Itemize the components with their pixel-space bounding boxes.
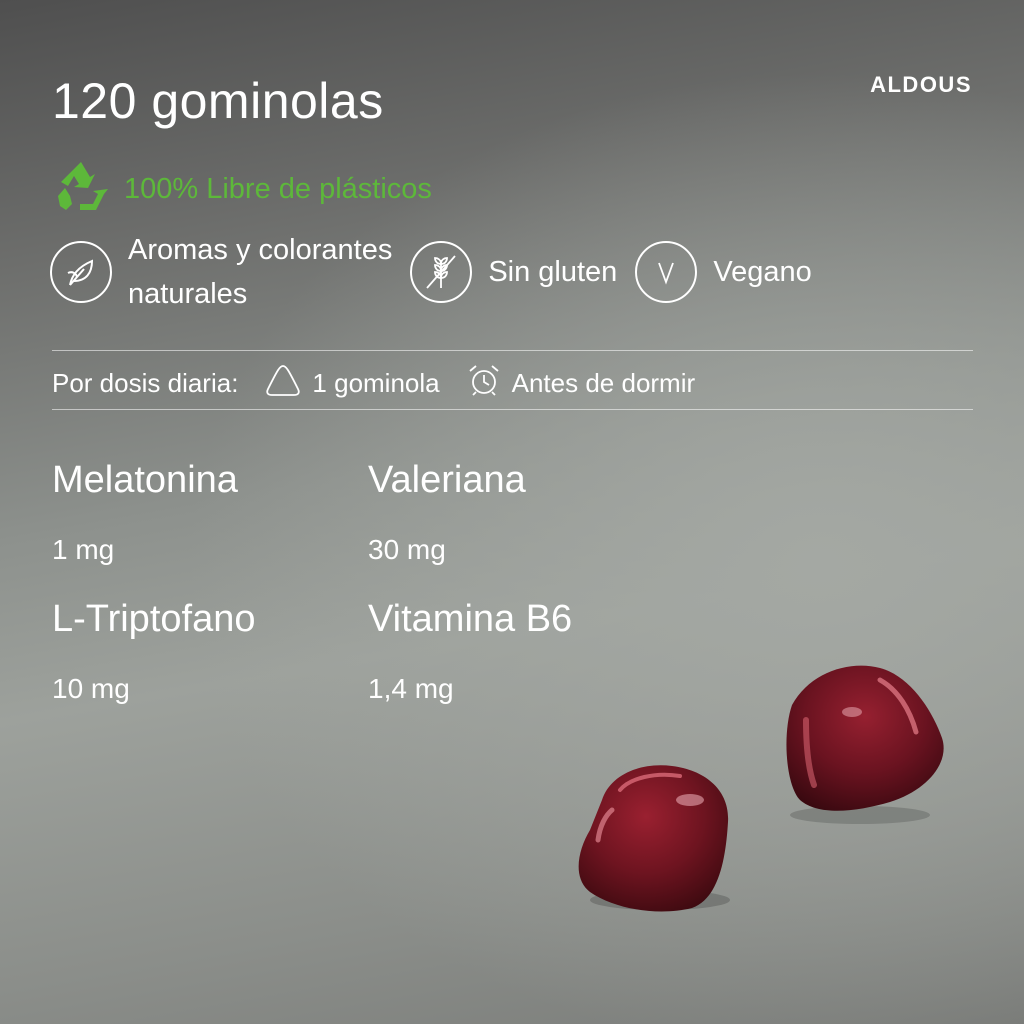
feature-label: Aromas y colorantes naturales (128, 234, 393, 310)
dose-label: Por dosis diaria: (52, 368, 239, 398)
gluten-free-wheat-icon (410, 241, 473, 303)
ingredient-amount: 10 mg (52, 673, 130, 704)
divider-top (52, 350, 973, 351)
plastic-free-badge: 100% Libre de plásticos (52, 158, 432, 221)
dose-quantity: 1 gominola (264, 363, 440, 404)
dose-timing-text: Antes de dormir (511, 368, 696, 398)
feature-gluten-free: Sin gluten (410, 241, 617, 303)
brand-logo: ALDOUS (870, 72, 972, 97)
ingredient-name: Vitamina B6 (368, 598, 573, 640)
dose-timing: Antes de dormir (466, 362, 696, 405)
daily-dose-row: Por dosis diaria: 1 gominola Antes de do… (52, 362, 695, 405)
gummy-outline-icon (264, 363, 302, 404)
dose-quantity-text: 1 gominola (312, 368, 440, 398)
ingredient-amount: 1 mg (52, 534, 115, 565)
gummy-right (786, 665, 944, 824)
recycle-icon (52, 158, 110, 221)
divider-bottom (52, 409, 973, 410)
ingredient-vitamin-b6: Vitamina B6 1,4 mg (368, 597, 572, 705)
alarm-clock-icon (466, 362, 502, 405)
ingredient-name: L-Triptofano (52, 598, 256, 640)
ingredient-tryptophan: L-Triptofano 10 mg (52, 597, 255, 705)
product-info-card: 120 gominolas ALDOUS 100% Libre de plást… (0, 0, 1024, 1024)
ingredient-amount: 1,4 mg (368, 673, 454, 704)
gummy-left (578, 765, 730, 912)
ingredient-name: Valeriana (368, 459, 526, 501)
feature-label: Vegano (713, 256, 812, 288)
ingredient-name: Melatonina (52, 459, 238, 501)
vegan-v-icon (635, 241, 698, 303)
feature-natural: Aromas y colorantes naturales (50, 228, 392, 316)
leaf-icon (50, 241, 112, 303)
feature-vegan: Vegano (635, 241, 812, 303)
gummies-image (560, 650, 960, 935)
ingredient-amount: 30 mg (368, 534, 446, 565)
product-title: 120 gominolas (52, 73, 384, 129)
plastic-free-text: 100% Libre de plásticos (124, 173, 432, 205)
feature-list: Aromas y colorantes naturales Sin gluten (50, 228, 830, 316)
ingredient-valerian: Valeriana 30 mg (368, 458, 526, 566)
feature-label: Sin gluten (488, 256, 618, 288)
ingredient-melatonin: Melatonina 1 mg (52, 458, 238, 566)
